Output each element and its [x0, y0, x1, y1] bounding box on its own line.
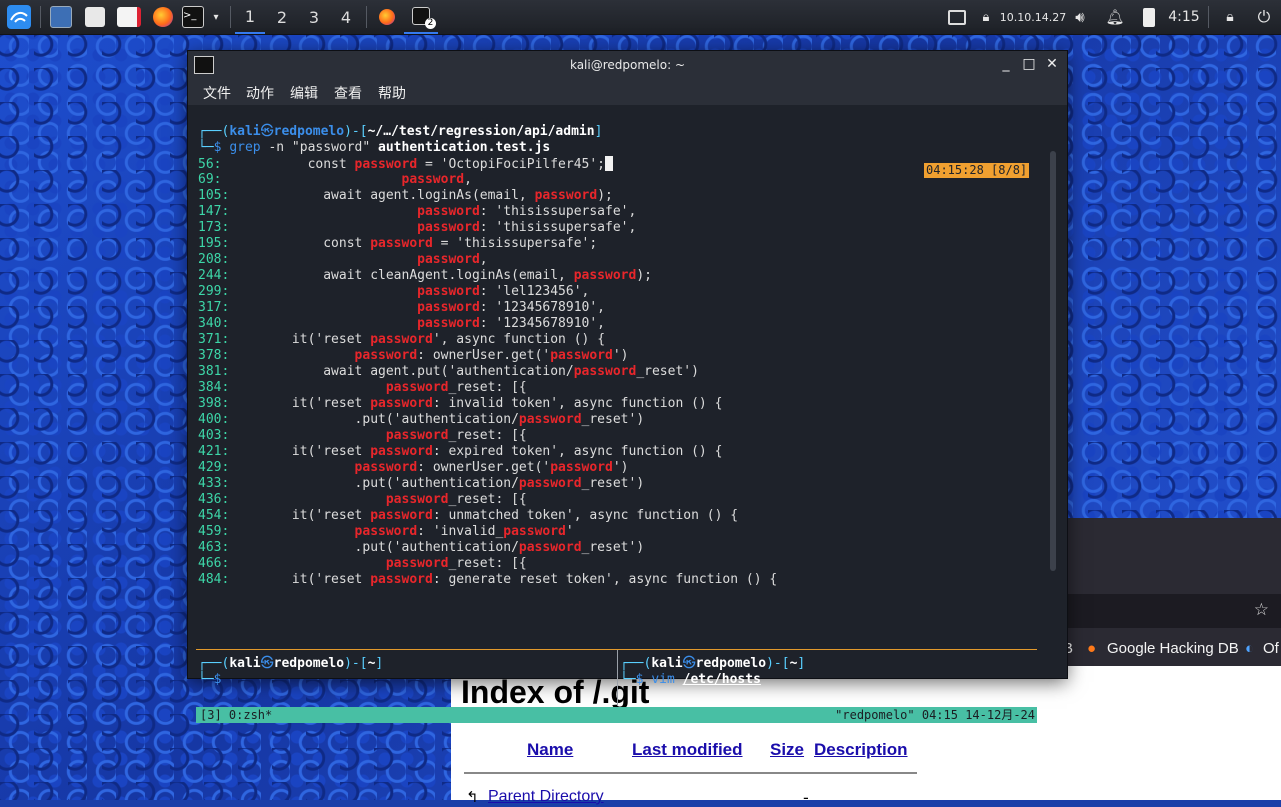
- grep-line: 56: const password = 'OctopiFociPilfer45…: [198, 156, 614, 173]
- right-pane-prompt[interactable]: ┌──(kali㉿redpomelo)-[~]: [620, 656, 805, 672]
- grep-line: 69: password,: [198, 172, 472, 187]
- left-pane-command: └─$: [198, 672, 222, 687]
- text-cursor: [605, 156, 614, 171]
- bookmark-of[interactable]: Of: [1263, 640, 1279, 657]
- column-description[interactable]: Description: [814, 740, 908, 760]
- grep-line: 429: password: ownerUser.get('password'): [198, 460, 629, 475]
- google-hacking-db-icon: ●: [1087, 640, 1097, 657]
- battery-icon[interactable]: [1138, 0, 1160, 34]
- grep-line: 459: password: 'invalid_password': [198, 524, 574, 539]
- column-size[interactable]: Size: [770, 740, 804, 760]
- grep-line: 195: const password = 'thisissupersafe';: [198, 236, 598, 251]
- maximize-icon[interactable]: □: [1020, 55, 1038, 73]
- grep-line: 378: password: ownerUser.get('password'): [198, 348, 629, 363]
- grep-line: 244: await cleanAgent.loginAs(email, pas…: [198, 268, 652, 283]
- bookmark-google-hacking-db[interactable]: Google Hacking DB: [1107, 640, 1239, 657]
- grep-line: 403: password_reset: [{: [198, 428, 527, 443]
- scrollbar[interactable]: [1050, 151, 1056, 571]
- grep-line: 484: it('reset password: generate reset …: [198, 572, 778, 587]
- grep-line: 299: password: 'lel123456',: [198, 284, 590, 299]
- grep-line: 421: it('reset password: expired token',…: [198, 444, 723, 459]
- parent-directory-link[interactable]: Parent Directory: [488, 788, 604, 806]
- taskbar: >_ ▾ 1 2 3 4 2 🔒︎ 10.10.14.27 🔊︎ 🔔︎ 4:15…: [0, 0, 1281, 35]
- command-line: └─$ grep -n "password" authentication.te…: [198, 140, 551, 155]
- grep-line: 466: password_reset: [{: [198, 556, 527, 571]
- firefox-icon[interactable]: [150, 0, 176, 34]
- grep-line: 381: await agent.put('authentication/pas…: [198, 364, 699, 379]
- lock-screen-icon[interactable]: 🔒︎: [1218, 0, 1242, 34]
- grep-line: 317: password: '12345678910',: [198, 300, 606, 315]
- menu-bar: 文件 动作 编辑 查看 帮助: [188, 79, 1067, 105]
- terminal-task-icon[interactable]: 2: [404, 0, 438, 34]
- text-editor-icon[interactable]: [116, 0, 142, 34]
- menu-edit[interactable]: 编辑: [290, 83, 318, 103]
- left-pane-prompt[interactable]: ┌──(kali㉿redpomelo)-[~]: [198, 656, 383, 672]
- grep-line: 340: password: '12345678910',: [198, 316, 606, 331]
- back-folder-icon: ↰: [466, 788, 479, 806]
- chevron-down-icon[interactable]: ▾: [208, 0, 224, 34]
- grep-line: 173: password: 'thisissupersafe',: [198, 220, 637, 235]
- column-name[interactable]: Name: [527, 740, 573, 760]
- grep-line: 105: await agent.loginAs(email, password…: [198, 188, 613, 203]
- screen-icon[interactable]: [946, 0, 968, 34]
- terminal-content[interactable]: 04:15:28 [8/8] ┌──(kali㉿redpomelo)-[~/…/…: [188, 105, 1067, 723]
- ip-address: 10.10.14.27: [999, 10, 1067, 24]
- grep-line: 436: password_reset: [{: [198, 492, 527, 507]
- grep-line: 400: .put('authentication/password_reset…: [198, 412, 645, 427]
- menu-file[interactable]: 文件: [203, 83, 231, 103]
- menu-view[interactable]: 查看: [334, 83, 362, 103]
- grep-line: 454: it('reset password: unmatched token…: [198, 508, 739, 523]
- grep-line: 398: it('reset password: invalid token',…: [198, 396, 723, 411]
- grep-line: 384: password_reset: [{: [198, 380, 527, 395]
- workspace-2[interactable]: 2: [267, 0, 297, 34]
- tmux-session[interactable]: [3] 0:zsh*: [200, 707, 272, 723]
- bookmark-star-icon[interactable]: ☆: [1254, 600, 1269, 620]
- grep-line: 147: password: 'thisissupersafe',: [198, 204, 637, 219]
- close-icon[interactable]: ✕: [1043, 55, 1061, 73]
- workspace-3[interactable]: 3: [299, 0, 329, 34]
- terminal-count-badge: 2: [425, 18, 436, 29]
- column-last-modified[interactable]: Last modified: [632, 740, 743, 760]
- notification-bell-icon[interactable]: 🔔︎: [1104, 0, 1126, 34]
- menu-action[interactable]: 动作: [246, 83, 274, 103]
- menu-help[interactable]: 帮助: [378, 83, 406, 103]
- grep-line: 433: .put('authentication/password_reset…: [198, 476, 645, 491]
- tmux-clock-badge: 04:15:28 [8/8]: [924, 163, 1030, 178]
- terminal-launcher-icon[interactable]: >_: [180, 0, 206, 34]
- minimize-icon[interactable]: _: [997, 55, 1015, 73]
- power-icon[interactable]: ⏻: [1252, 0, 1276, 34]
- tmux-status-bar: [3] 0:zsh* "redpomelo" 04:15 14-12月-24: [196, 707, 1037, 723]
- window-title: kali@redpomelo: ~: [569, 58, 686, 72]
- title-bar[interactable]: kali@redpomelo: ~ _ □ ✕: [188, 51, 1067, 79]
- offsec-icon: ◐: [1245, 640, 1255, 657]
- workspace-1[interactable]: 1: [235, 0, 265, 34]
- lock-network-icon[interactable]: 🔒︎: [978, 0, 994, 34]
- parent-size: -: [803, 788, 809, 807]
- grep-line: 463: .put('authentication/password_reset…: [198, 540, 645, 555]
- grep-line: 371: it('reset password', async function…: [198, 332, 606, 347]
- tmux-host-time: "redpomelo" 04:15 14-12月-24: [835, 708, 1035, 722]
- show-desktop-icon[interactable]: [48, 0, 74, 34]
- divider: [464, 772, 917, 774]
- kali-menu-icon[interactable]: [4, 0, 34, 34]
- prompt-line: ┌──(kali㉿redpomelo)-[~/…/test/regression…: [198, 124, 603, 139]
- right-pane-command: └─$ vim /etc/hosts: [620, 672, 761, 687]
- grep-line: 208: password,: [198, 252, 488, 267]
- clock[interactable]: 4:15: [1166, 0, 1202, 34]
- workspace-4[interactable]: 4: [331, 0, 361, 34]
- pane-vertical-separator: [617, 650, 618, 706]
- firefox-task-icon[interactable]: [374, 0, 400, 34]
- terminal-window: kali@redpomelo: ~ _ □ ✕ 文件 动作 编辑 查看 帮助 0…: [188, 51, 1067, 723]
- file-manager-icon[interactable]: [82, 0, 108, 34]
- volume-icon[interactable]: 🔊︎: [1068, 0, 1092, 34]
